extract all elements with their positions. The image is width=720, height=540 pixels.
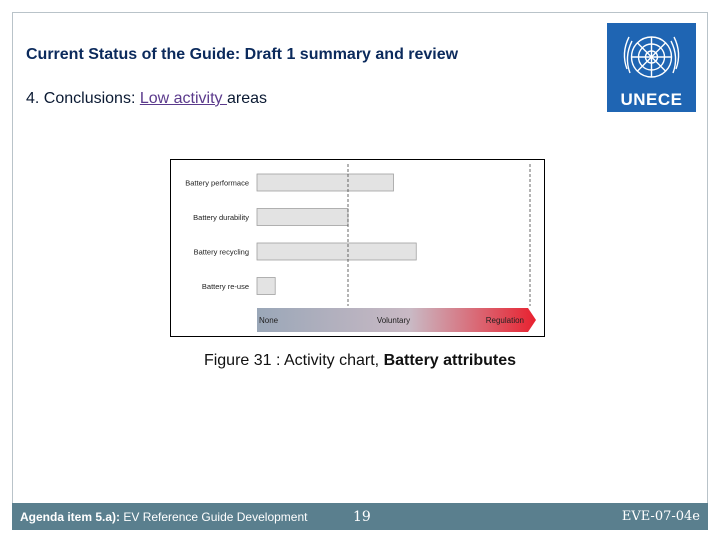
bar: [256, 242, 417, 261]
footer-agenda-label: Agenda item 5.a):: [20, 510, 121, 524]
logo-text: UNECE: [620, 90, 683, 109]
bar: [256, 208, 349, 226]
category-label: Battery durability: [193, 213, 249, 222]
caption-prefix: Figure 31 : Activity chart,: [203, 352, 384, 369]
slide-subtitle: 4. Conclusions: Low activity areas: [26, 90, 267, 108]
activity-chart: Battery performace Battery durability Batt…: [170, 159, 545, 337]
category-label: Battery recycling: [194, 248, 249, 257]
category-label: Battery re-use: [202, 282, 249, 291]
footer-bar: Agenda item 5.a): EV Reference Guide Dev…: [12, 503, 708, 530]
level-label: Voluntary: [377, 316, 410, 325]
level-label: Regulation: [486, 316, 524, 325]
footer-agenda: Agenda item 5.a): EV Reference Guide Dev…: [20, 510, 307, 524]
activity-chart-svg: Battery performace Battery durability Batt…: [185, 164, 536, 332]
subtitle-link[interactable]: Low activity: [140, 90, 227, 107]
unece-logo: UNECE: [607, 23, 696, 112]
figure-caption: Figure 31 : Activity chart, Battery attr…: [0, 352, 720, 370]
caption-bold: Battery attributes: [383, 352, 517, 369]
bar: [256, 173, 394, 192]
subtitle-prefix: 4. Conclusions:: [26, 90, 140, 107]
document-code: EVE-07-04e: [621, 509, 700, 524]
subtitle-suffix: areas: [226, 90, 268, 107]
level-label: None: [259, 316, 279, 325]
slide-title: Current Status of the Guide: Draft 1 sum…: [26, 46, 459, 63]
footer-agenda-text: EV Reference Guide Development: [120, 510, 308, 524]
page-number: 19: [353, 509, 371, 525]
category-label: Battery performace: [185, 179, 249, 188]
bar: [256, 277, 276, 295]
